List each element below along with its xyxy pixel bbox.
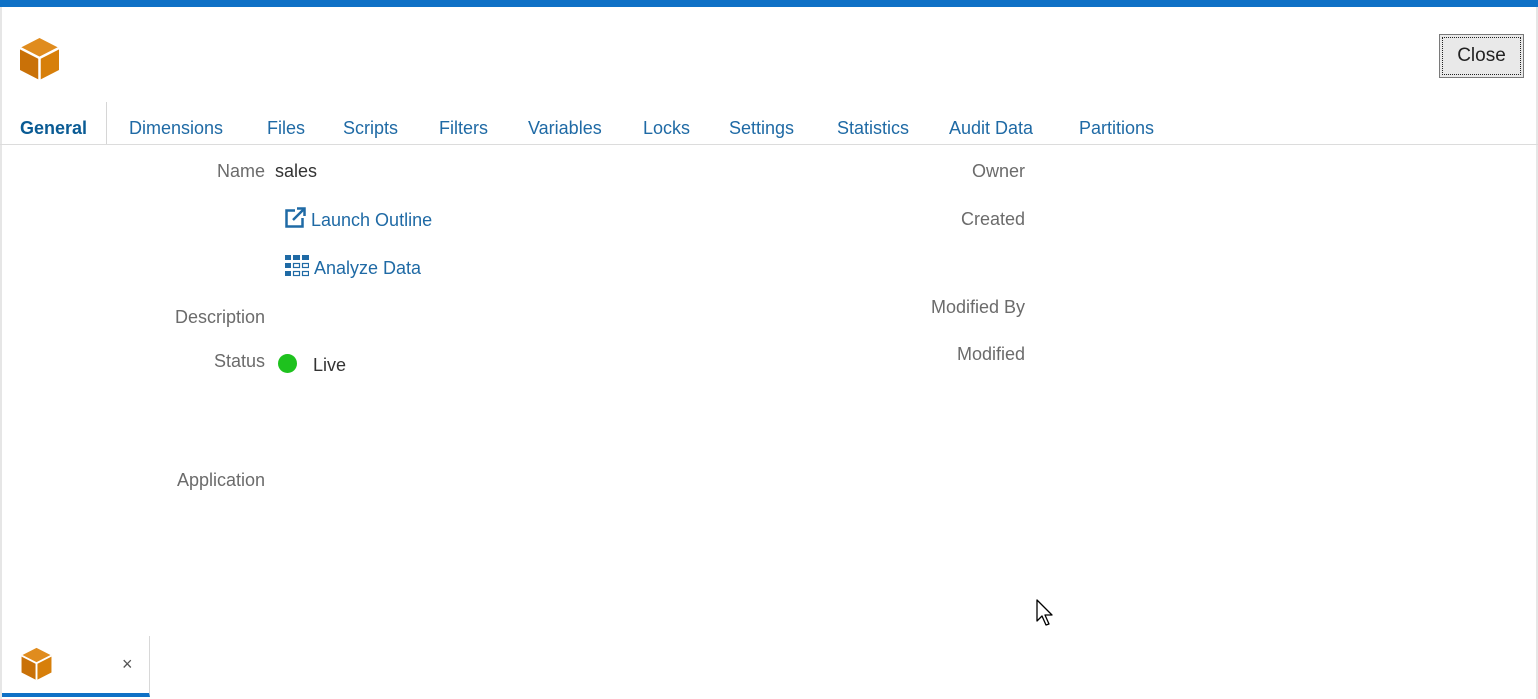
close-tab-icon[interactable]: × bbox=[122, 654, 133, 675]
tab-files[interactable]: Files bbox=[267, 118, 305, 139]
launch-outline-link[interactable]: Launch Outline bbox=[285, 207, 432, 233]
analyze-data-link[interactable]: Analyze Data bbox=[285, 255, 421, 282]
cube-icon bbox=[20, 647, 53, 681]
cube-icon bbox=[18, 37, 61, 81]
tab-statistics[interactable]: Statistics bbox=[837, 118, 909, 139]
description-label: Description bbox=[174, 307, 265, 327]
tab-general[interactable]: General bbox=[20, 118, 87, 139]
tab-locks[interactable]: Locks bbox=[643, 118, 690, 139]
tab-scripts[interactable]: Scripts bbox=[343, 118, 398, 139]
status-indicator bbox=[278, 354, 297, 373]
name-value: sales bbox=[275, 161, 318, 181]
tab-settings[interactable]: Settings bbox=[729, 118, 794, 139]
tab-partitions[interactable]: Partitions bbox=[1079, 118, 1154, 139]
modified-by-label: Modified By bbox=[930, 297, 1025, 317]
close-button[interactable]: Close bbox=[1439, 34, 1524, 78]
tab-dimensions[interactable]: Dimensions bbox=[129, 118, 223, 139]
owner-label: Owner bbox=[971, 161, 1025, 181]
mouse-cursor-icon bbox=[1036, 599, 1056, 627]
tab-divider bbox=[106, 102, 107, 144]
top-accent-bar bbox=[0, 0, 1538, 7]
created-label: Created bbox=[960, 209, 1025, 229]
analyze-data-label: Analyze Data bbox=[314, 258, 422, 278]
external-link-icon bbox=[285, 207, 311, 233]
document-tab[interactable]: × bbox=[2, 636, 150, 697]
launch-outline-label: Launch Outline bbox=[311, 209, 433, 230]
grid-icon bbox=[285, 255, 314, 282]
tab-audit-data[interactable]: Audit Data bbox=[949, 118, 1033, 139]
tab-filters[interactable]: Filters bbox=[439, 118, 488, 139]
status-value: Live bbox=[313, 355, 347, 375]
name-label: Name bbox=[216, 161, 265, 181]
status-label: Status bbox=[213, 351, 265, 371]
tab-bar: General Dimensions Files Scripts Filters… bbox=[0, 102, 1538, 145]
tab-variables[interactable]: Variables bbox=[528, 118, 602, 139]
application-label: Application bbox=[176, 470, 265, 490]
modified-label: Modified bbox=[956, 344, 1025, 364]
